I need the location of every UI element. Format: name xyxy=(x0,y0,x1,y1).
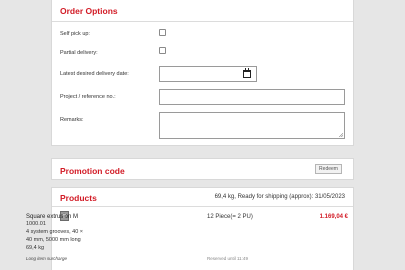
products-panel: Products 69,4 kg, Ready for shipping (ap… xyxy=(51,187,354,270)
delivery-date-label: Latest desired delivery date: xyxy=(60,71,129,77)
products-title: Products xyxy=(60,193,97,203)
resize-grip-icon[interactable] xyxy=(339,133,343,137)
product-weight: 69,4 kg xyxy=(26,245,45,251)
promotion-title: Promotion code xyxy=(60,166,125,176)
redeem-button[interactable]: Redeem xyxy=(315,164,342,174)
product-quantity: 12 Piece(= 2 PU) xyxy=(207,214,253,220)
product-surcharge: Long item surcharge xyxy=(26,256,68,261)
reserved-until: Reserved until 11:49 xyxy=(207,256,248,261)
shipping-info: 69,4 kg, Ready for shipping (approx): 31… xyxy=(214,194,345,200)
self-pickup-checkbox[interactable] xyxy=(159,29,166,36)
self-pickup-label: Self pick up: xyxy=(60,31,90,37)
product-spec: 4 system grooves, 40 × xyxy=(26,229,84,235)
product-price: 1.169,04 € xyxy=(319,214,348,220)
project-ref-input[interactable] xyxy=(159,89,345,105)
divider xyxy=(52,206,353,207)
remarks-textarea[interactable] xyxy=(159,112,345,139)
product-name[interactable]: Square extrusion M xyxy=(26,213,96,221)
partial-delivery-label: Partial delivery: xyxy=(60,50,98,56)
calendar-icon[interactable] xyxy=(243,68,251,78)
product-spec: 40 mm, 5000 mm long xyxy=(26,237,81,243)
delivery-date-input[interactable] xyxy=(159,66,257,82)
remarks-label: Remarks: xyxy=(60,117,84,123)
order-options-title: Order Options xyxy=(60,6,118,16)
divider xyxy=(52,21,353,22)
order-options-panel: Order Options Self pick up: Partial deli… xyxy=(51,0,354,146)
project-ref-label: Project / reference no.: xyxy=(60,94,116,100)
product-code: 1000.01 xyxy=(26,221,46,227)
partial-delivery-checkbox[interactable] xyxy=(159,47,166,54)
promotion-code-panel: Promotion code Redeem xyxy=(51,158,354,180)
